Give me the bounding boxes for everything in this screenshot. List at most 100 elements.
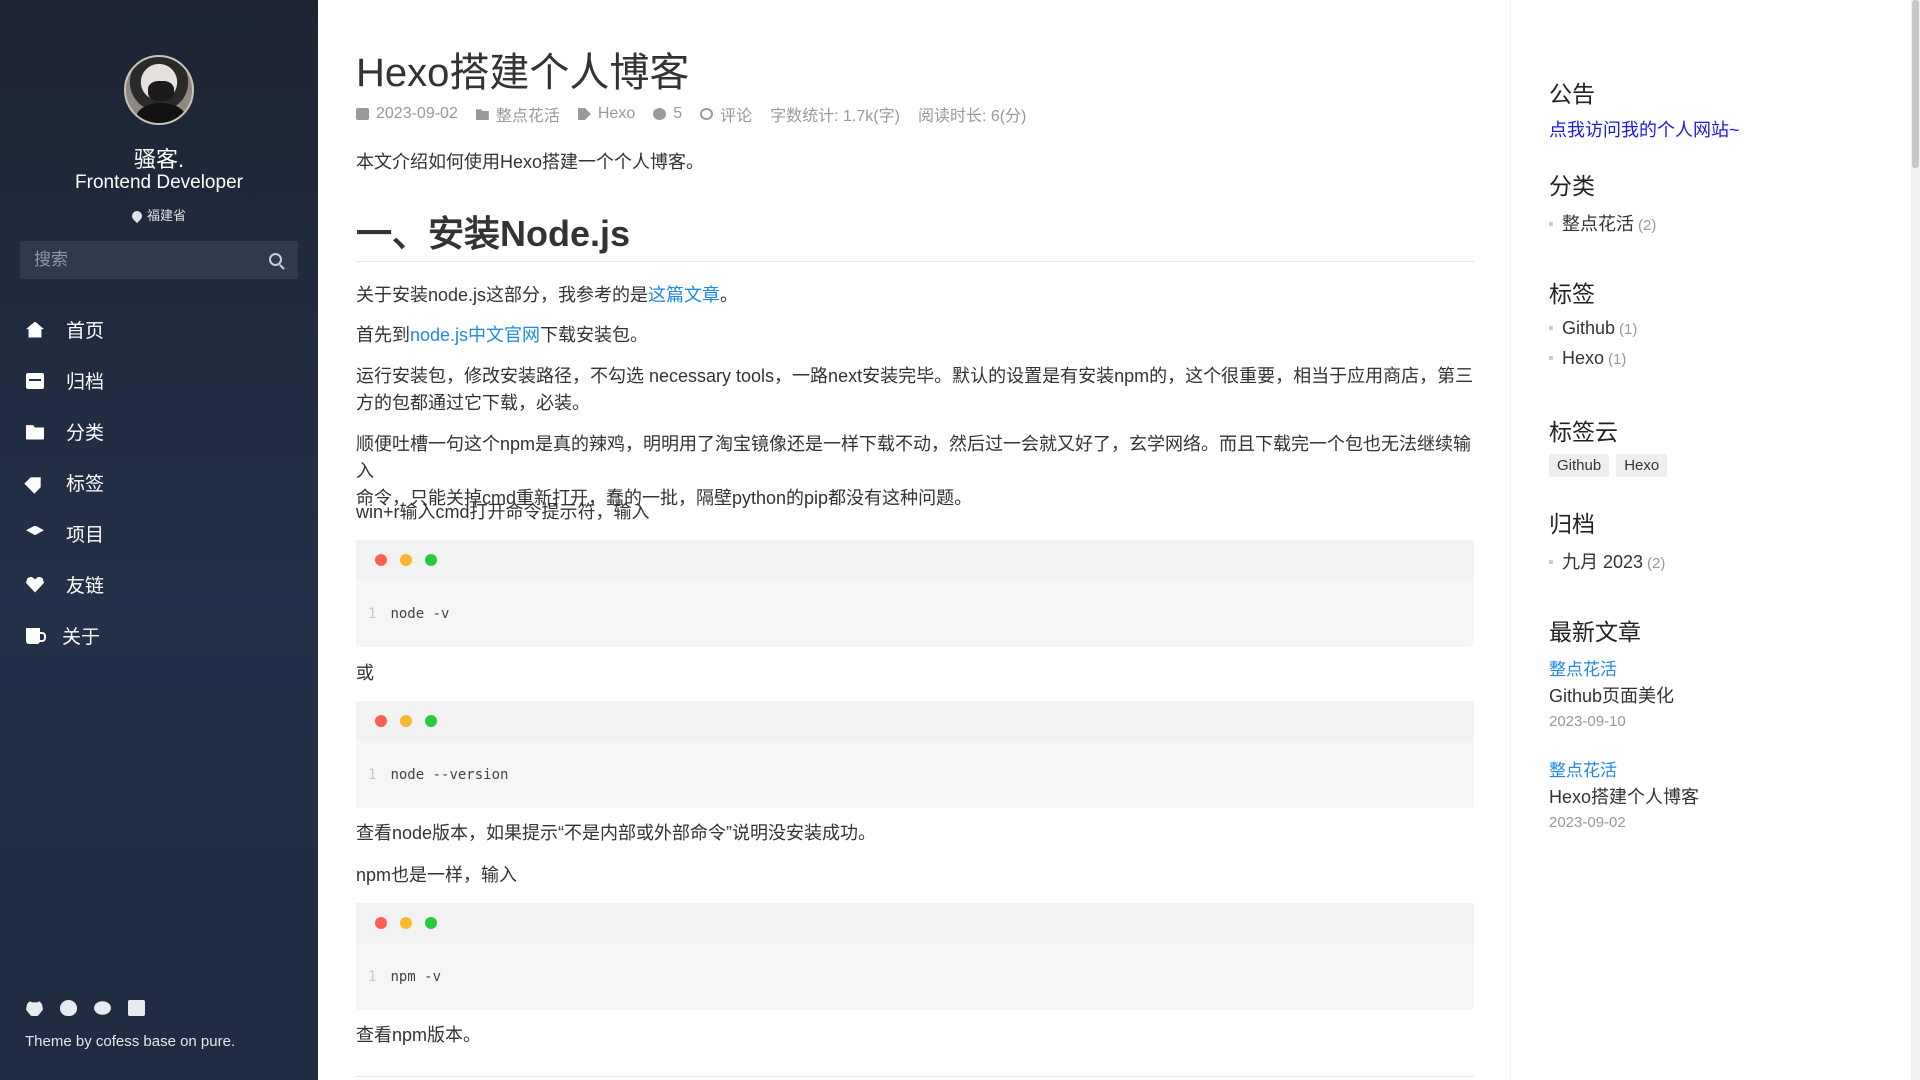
nav-item-tags[interactable]: 标签 bbox=[0, 457, 318, 508]
archive-title: 归档 bbox=[1549, 511, 1595, 537]
meta-comments-text[interactable]: 评论 bbox=[720, 102, 752, 126]
paragraph-7: npm也是一样，输入 bbox=[356, 865, 518, 885]
tag-cloud: Github Hexo bbox=[1549, 454, 1668, 477]
paragraph-5: win+r输入cmd打开命令提示符，输入 bbox=[356, 502, 650, 522]
green-dot-icon bbox=[425, 715, 437, 727]
article-link[interactable]: 这篇文章 bbox=[648, 285, 720, 305]
tag-label[interactable]: Hexo bbox=[1562, 348, 1604, 368]
meta-category-text[interactable]: 整点花活 bbox=[496, 102, 560, 126]
archive-label[interactable]: 九月 2023 bbox=[1562, 552, 1643, 572]
search-box bbox=[20, 241, 298, 279]
coffee-icon bbox=[26, 627, 46, 644]
nav-label: 友链 bbox=[66, 576, 105, 597]
meta-views-text: 5 bbox=[673, 105, 683, 122]
heart-icon bbox=[26, 576, 44, 593]
recent-post-date: 2023-09-02 bbox=[1549, 814, 1626, 831]
code-line: 1 npm -v bbox=[368, 969, 441, 985]
location-text: 福建省 bbox=[146, 208, 186, 223]
nodejs-site-link[interactable]: node.js中文官网 bbox=[410, 325, 540, 345]
recent-post-title[interactable]: Hexo搭建个人博客 bbox=[1549, 783, 1699, 809]
post-title: Hexo搭建个人博客 bbox=[356, 51, 690, 95]
category-item[interactable]: 整点花活 (2) bbox=[1549, 210, 1656, 236]
red-dot-icon bbox=[375, 554, 387, 566]
notice-link[interactable]: 点我访问我的个人网站~ bbox=[1549, 116, 1740, 142]
code-line: 1 node --version bbox=[368, 767, 508, 783]
tag-count: (1) bbox=[1619, 321, 1638, 338]
nav-label: 关于 bbox=[62, 627, 101, 648]
tags-title: 标签 bbox=[1549, 281, 1595, 307]
recent-post-title[interactable]: Github页面美化 bbox=[1549, 682, 1674, 708]
green-dot-icon bbox=[425, 554, 437, 566]
bullet-icon bbox=[1549, 222, 1553, 226]
green-dot-icon bbox=[425, 917, 437, 929]
section-heading: 一、安装Node.js bbox=[356, 213, 631, 254]
code-block: 1 node --version bbox=[356, 701, 1474, 808]
paragraph-text: 下载安装包。 bbox=[540, 325, 649, 345]
paragraph-6: 查看node版本，如果提示“不是内部或外部命令”说明没安装成功。 bbox=[356, 823, 877, 843]
meta-tag-text[interactable]: Hexo bbox=[598, 105, 635, 123]
code-text: node -v bbox=[390, 606, 450, 622]
paragraph-3: 运行安装包，修改安装路径，不勾选 necessary tools，一路next安… bbox=[356, 363, 1473, 417]
folder-icon bbox=[26, 425, 44, 440]
paragraph-text: 。 bbox=[720, 285, 739, 305]
nav-item-archive[interactable]: 归档 bbox=[0, 355, 318, 406]
avatar[interactable] bbox=[124, 55, 194, 125]
meta-category[interactable]: 整点花活 bbox=[475, 102, 560, 126]
paragraph-1: 关于安装node.js这部分，我参考的是这篇文章。 bbox=[356, 282, 738, 309]
code-block: 1 npm -v bbox=[356, 903, 1474, 1010]
scrollbar-thumb[interactable] bbox=[1912, 0, 1919, 168]
tag-icon bbox=[24, 472, 46, 494]
github-icon[interactable] bbox=[26, 1000, 43, 1016]
tag-chip[interactable]: Github bbox=[1549, 454, 1610, 477]
recent-post-category[interactable]: 整点花活 bbox=[1549, 756, 1617, 781]
search-icon[interactable] bbox=[269, 253, 282, 266]
search-input[interactable] bbox=[20, 241, 260, 279]
yellow-dot-icon bbox=[400, 715, 412, 727]
recent-post-category[interactable]: 整点花活 bbox=[1549, 655, 1617, 680]
heading-divider bbox=[356, 261, 1474, 262]
category-title: 分类 bbox=[1549, 173, 1595, 199]
code-block-bar bbox=[356, 701, 1474, 741]
line-number: 1 bbox=[368, 606, 377, 622]
code-block-bar bbox=[356, 540, 1474, 580]
avatar-body bbox=[136, 103, 186, 123]
code-block-bar bbox=[356, 903, 1474, 943]
nav-item-projects[interactable]: 项目 bbox=[0, 508, 318, 559]
nav-item-home[interactable]: 首页 bbox=[0, 304, 318, 355]
tag-chip[interactable]: Hexo bbox=[1616, 454, 1668, 477]
eye-icon bbox=[653, 108, 667, 120]
meta-comments[interactable]: 评论 bbox=[700, 102, 752, 126]
main-nav: 首页 归档 分类 标签 项目 友链 关于 bbox=[0, 304, 318, 661]
tag-count: (1) bbox=[1608, 351, 1627, 368]
mail-icon[interactable] bbox=[128, 1000, 145, 1016]
meta-read-time: 阅读时长: 6(分) bbox=[917, 108, 1027, 125]
red-dot-icon bbox=[375, 917, 387, 929]
paragraph-or: 或 bbox=[356, 663, 374, 683]
paragraph-line: 运行安装包，修改安装路径，不勾选 necessary tools，一路next安… bbox=[356, 366, 1474, 386]
avatar-face bbox=[148, 81, 174, 101]
category-label[interactable]: 整点花活 bbox=[1562, 214, 1634, 234]
bullet-icon bbox=[1549, 356, 1553, 360]
tag-item[interactable]: Github (1) bbox=[1549, 318, 1637, 339]
wechat-icon[interactable] bbox=[94, 1001, 111, 1015]
archive-icon bbox=[26, 372, 44, 389]
article-divider bbox=[356, 1076, 1474, 1077]
line-number: 1 bbox=[368, 969, 377, 985]
meta-tag[interactable]: Hexo bbox=[577, 105, 635, 123]
tag-label[interactable]: Github bbox=[1562, 318, 1615, 338]
nav-item-links[interactable]: 友链 bbox=[0, 559, 318, 610]
intro-paragraph: 本文介绍如何使用Hexo搭建一个个人博客。 bbox=[356, 152, 705, 172]
qq-icon[interactable] bbox=[60, 1000, 77, 1016]
meta-date: 2023-09-02 bbox=[356, 105, 458, 123]
archive-item[interactable]: 九月 2023 (2) bbox=[1549, 548, 1665, 574]
nav-label: 项目 bbox=[66, 525, 105, 546]
nav-label: 归档 bbox=[66, 372, 105, 393]
code-text: npm -v bbox=[390, 969, 442, 985]
social-links bbox=[26, 1000, 145, 1016]
calendar-icon bbox=[356, 108, 369, 120]
yellow-dot-icon bbox=[400, 917, 412, 929]
nav-item-about[interactable]: 关于 bbox=[0, 610, 318, 661]
nav-item-categories[interactable]: 分类 bbox=[0, 406, 318, 457]
tag-item[interactable]: Hexo (1) bbox=[1549, 348, 1626, 369]
recent-post-date: 2023-09-10 bbox=[1549, 713, 1626, 730]
